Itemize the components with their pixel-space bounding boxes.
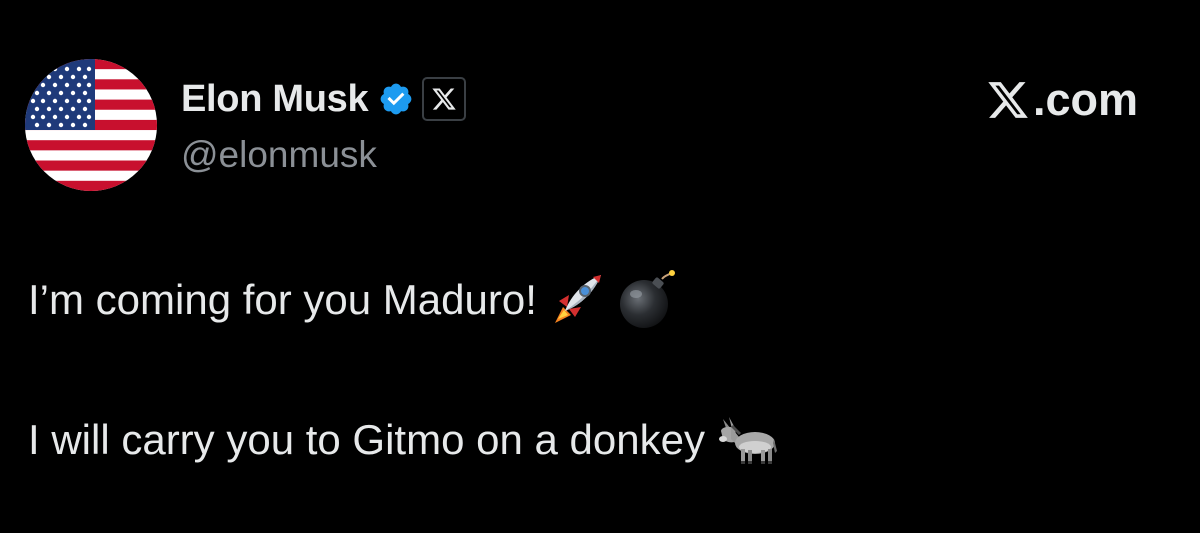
us-flag-icon xyxy=(25,59,157,191)
verified-badge-icon[interactable] xyxy=(378,81,414,117)
affiliate-badge[interactable] xyxy=(422,77,467,121)
tweet-text-line: I’m coming for you Maduro! xyxy=(28,270,679,330)
tweet-text: I’m coming for you Maduro! xyxy=(28,276,537,323)
tweet-text-line: I will carry you to Gitmo on a donkey xyxy=(28,410,779,470)
rocket-emoji-icon xyxy=(549,271,605,329)
tweet-text: I will carry you to Gitmo on a donkey xyxy=(28,416,705,463)
bomb-emoji-icon xyxy=(617,269,679,331)
display-name[interactable]: Elon Musk xyxy=(181,78,369,121)
x-logo-icon xyxy=(432,88,457,110)
x-logo-icon xyxy=(985,78,1031,122)
tweet-card: Elon Musk @elonmusk .com I’m coming for … xyxy=(0,0,1200,533)
avatar[interactable] xyxy=(25,59,157,191)
brand-label: .com xyxy=(1032,74,1138,125)
user-handle[interactable]: @elonmusk xyxy=(181,134,377,176)
donkey-emoji-icon xyxy=(717,415,779,465)
brand-watermark: .com xyxy=(985,73,1138,127)
author-name-row: Elon Musk xyxy=(181,74,467,124)
